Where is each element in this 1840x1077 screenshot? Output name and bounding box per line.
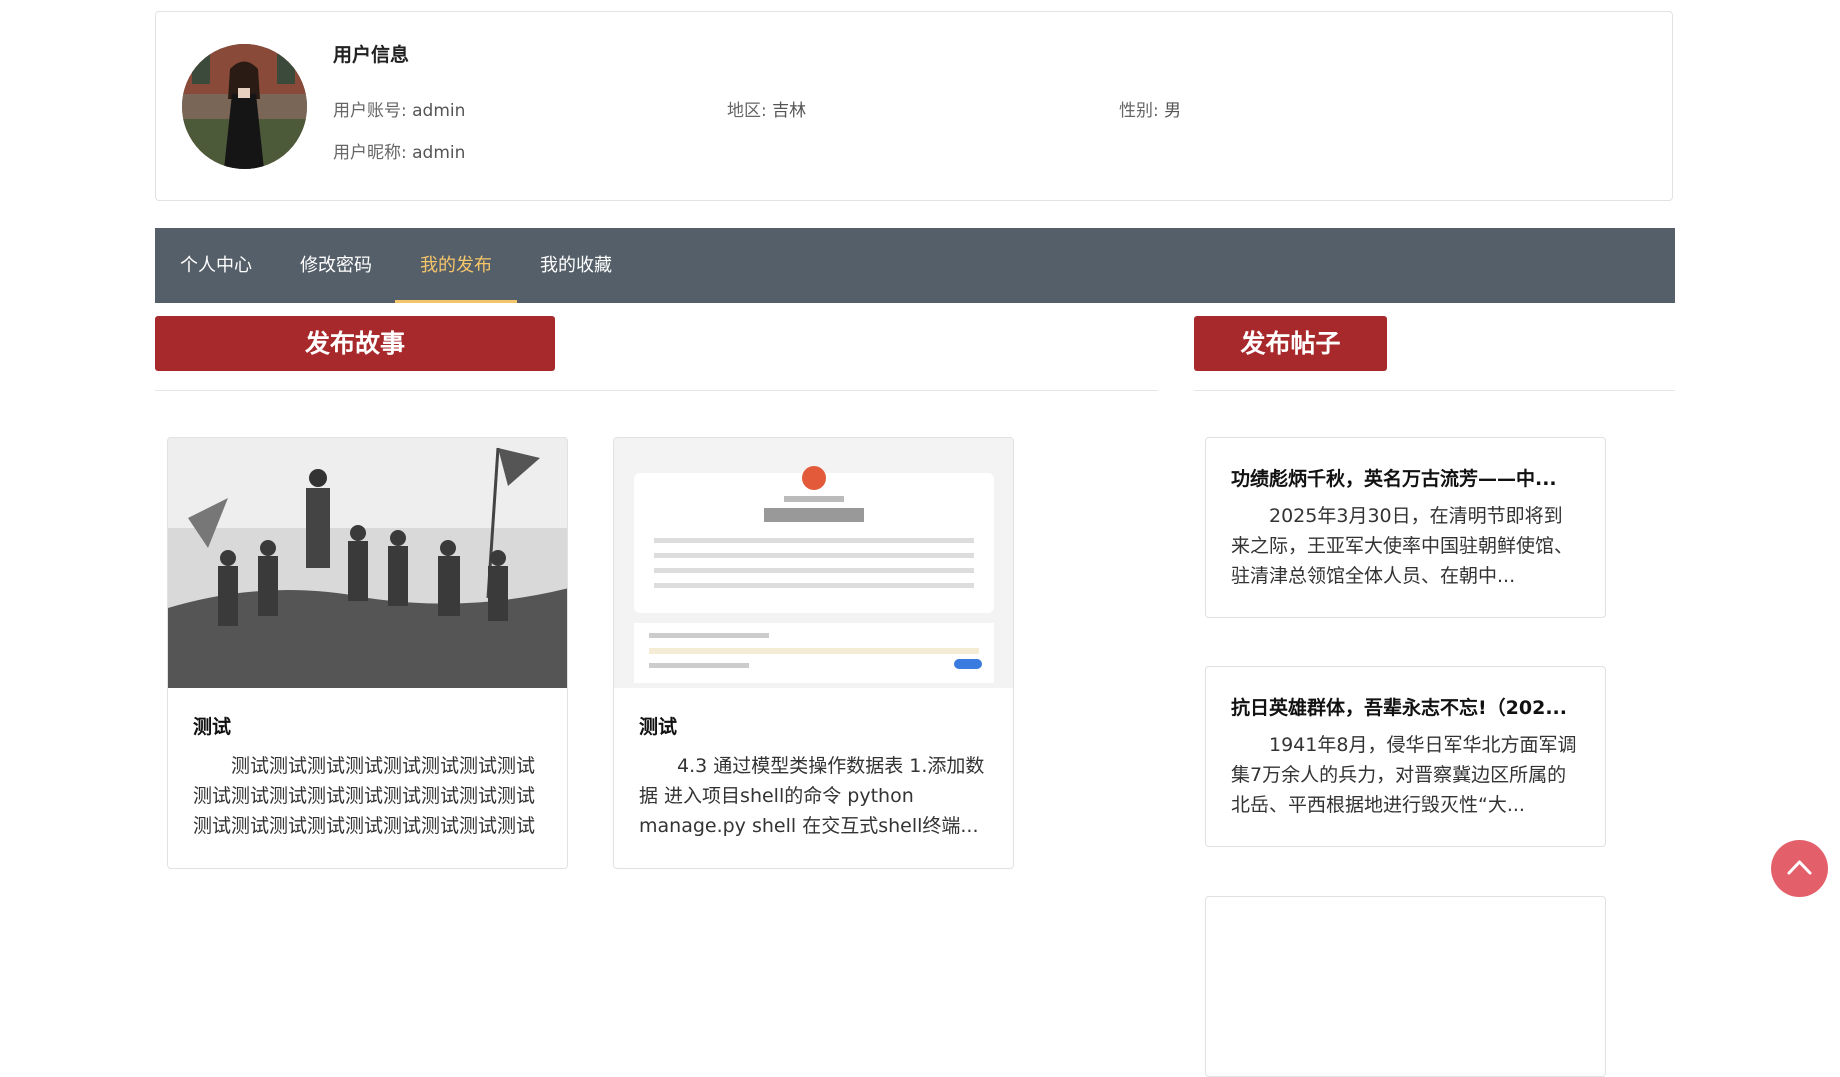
post-title: 功绩彪炳千秋，英名万古流芳——中... — [1231, 468, 1557, 490]
profile-nav: 个人中心 修改密码 我的发布 我的收藏 — [155, 228, 1675, 303]
account-label: 用户账号: — [333, 101, 407, 121]
back-to-top-button[interactable] — [1771, 840, 1828, 897]
nickname-value: admin — [412, 143, 466, 163]
divider — [155, 390, 1158, 391]
nickname-label: 用户昵称: — [333, 143, 407, 163]
story-image — [168, 438, 567, 688]
divider — [1194, 390, 1675, 391]
publish-story-button[interactable]: 发布故事 — [155, 316, 555, 371]
post-desc: 1941年8月，侵华日军华北方面军调集7万余人的兵力，对晋察冀边区所属的北岳、平… — [1231, 734, 1577, 816]
story-card[interactable]: 测试 4.3 通过模型类操作数据表 1.添加数据 进入项目shell的命令 py… — [613, 437, 1014, 869]
post-card[interactable] — [1205, 896, 1606, 1077]
gender-value: 男 — [1164, 101, 1182, 121]
chevron-up-icon — [1787, 860, 1812, 875]
user-info-card: 用户信息 用户账号: admin 地区: 吉林 性别: 男 用户昵称: admi… — [155, 11, 1673, 201]
story-desc: 测试测试测试测试测试测试测试测试测试测试测试测试测试测试测试测试测试测试测试测试… — [193, 755, 536, 837]
tab-my-favorites[interactable]: 我的收藏 — [515, 228, 637, 303]
user-info-title: 用户信息 — [333, 44, 410, 66]
story-image — [614, 438, 1013, 688]
tab-change-password[interactable]: 修改密码 — [275, 228, 397, 303]
account-value: admin — [412, 101, 466, 121]
account-field: 用户账号: admin — [333, 96, 465, 121]
story-title: 测试 — [193, 716, 232, 738]
tab-personal-center[interactable]: 个人中心 — [155, 228, 277, 303]
region-value: 吉林 — [772, 101, 807, 121]
post-card[interactable]: 功绩彪炳千秋，英名万古流芳——中... 2025年3月30日，在清明节即将到来之… — [1205, 437, 1606, 618]
post-title: 抗日英雄群体，吾辈永志不忘!（202... — [1231, 697, 1567, 719]
region-field: 地区: 吉林 — [727, 96, 806, 121]
gender-label: 性别: — [1119, 101, 1159, 121]
tab-my-publish[interactable]: 我的发布 — [395, 228, 517, 303]
region-label: 地区: — [727, 101, 767, 121]
story-title: 测试 — [639, 716, 678, 738]
gender-field: 性别: 男 — [1119, 96, 1181, 121]
post-card[interactable]: 抗日英雄群体，吾辈永志不忘!（202... 1941年8月，侵华日军华北方面军调… — [1205, 666, 1606, 847]
story-card[interactable]: 测试 测试测试测试测试测试测试测试测试测试测试测试测试测试测试测试测试测试测试测… — [167, 437, 568, 869]
avatar — [182, 44, 307, 169]
post-desc: 2025年3月30日，在清明节即将到来之际，王亚军大使率中国驻朝鲜使馆、驻清津总… — [1231, 505, 1574, 587]
nickname-field: 用户昵称: admin — [333, 138, 465, 163]
publish-post-button[interactable]: 发布帖子 — [1194, 316, 1387, 371]
story-desc: 4.3 通过模型类操作数据表 1.添加数据 进入项目shell的命令 pytho… — [639, 755, 985, 837]
